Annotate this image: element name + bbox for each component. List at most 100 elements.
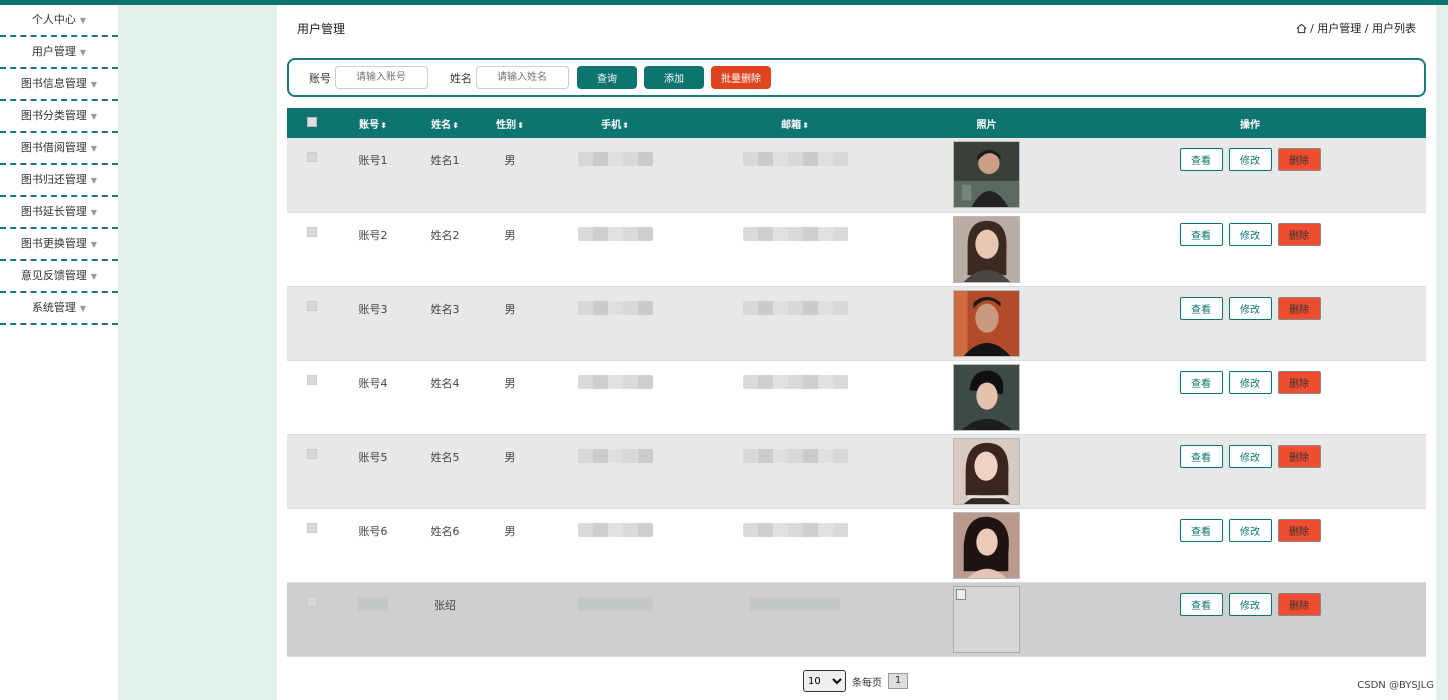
delete-button[interactable]: 删除 bbox=[1277, 444, 1321, 468]
name-cell: 姓名6 bbox=[409, 508, 481, 583]
caret-down-icon: ▼ bbox=[90, 176, 98, 185]
table-header-row: 账号⬍ 姓名⬍ 性别⬍ 手机⬍ 邮箱⬍ 照片 操作 bbox=[287, 108, 1426, 138]
per-page-label: 条每页 bbox=[852, 677, 882, 689]
view-button[interactable]: 查看 bbox=[1179, 444, 1223, 468]
edit-button[interactable]: 修改 bbox=[1228, 518, 1272, 542]
user-photo bbox=[953, 289, 1020, 357]
user-photo bbox=[953, 437, 1020, 505]
delete-button[interactable]: 删除 bbox=[1277, 148, 1321, 171]
user-photo bbox=[953, 141, 1020, 208]
row-checkbox[interactable] bbox=[307, 152, 317, 162]
column-header-name[interactable]: 姓名⬍ bbox=[409, 108, 481, 138]
sidebar-item-personal-center[interactable]: 个人中心 ▼ bbox=[0, 5, 118, 37]
phone-redacted bbox=[577, 300, 653, 315]
caret-down-icon: ▼ bbox=[79, 48, 87, 57]
name-cell: 姓名5 bbox=[409, 434, 481, 509]
edit-button[interactable]: 修改 bbox=[1228, 444, 1272, 468]
phone-redacted bbox=[577, 448, 653, 463]
home-icon[interactable] bbox=[1296, 23, 1307, 34]
account-cell: 账号4 bbox=[337, 360, 409, 435]
delete-button[interactable]: 删除 bbox=[1277, 222, 1321, 246]
table-row: 账号3 姓名3 男 查看 修改 删除 bbox=[287, 286, 1426, 361]
account-cell: 账号2 bbox=[337, 212, 409, 287]
delete-button[interactable]: 删除 bbox=[1277, 370, 1321, 394]
sidebar-item-book-return[interactable]: 图书归还管理 ▼ bbox=[0, 165, 118, 197]
row-checkbox[interactable] bbox=[307, 374, 317, 385]
table-row: 张绍 查看 修改 删除 bbox=[287, 582, 1426, 657]
breadcrumb: / 用户管理 / 用户列表 bbox=[1296, 20, 1416, 36]
edit-button[interactable]: 修改 bbox=[1228, 148, 1272, 171]
view-button[interactable]: 查看 bbox=[1179, 296, 1223, 320]
account-label: 账号 bbox=[309, 71, 331, 85]
caret-down-icon: ▼ bbox=[90, 144, 98, 153]
table-row: 账号2 姓名2 男 查看 修改 删除 bbox=[287, 212, 1426, 287]
sidebar-item-book-borrow[interactable]: 图书借阅管理 ▼ bbox=[0, 133, 118, 165]
gender-cell: 男 bbox=[481, 286, 539, 361]
sidebar-item-feedback[interactable]: 意见反馈管理 ▼ bbox=[0, 261, 118, 293]
delete-button[interactable]: 删除 bbox=[1277, 518, 1321, 542]
select-all-checkbox[interactable] bbox=[307, 116, 317, 127]
user-photo bbox=[953, 215, 1020, 283]
edit-button[interactable]: 修改 bbox=[1228, 296, 1272, 320]
email-redacted bbox=[742, 448, 848, 463]
main-content: 用户管理 / 用户管理 / 用户列表 账号 姓名 查询 添加 批量删除 账号⬍ … bbox=[277, 5, 1436, 700]
sort-icon: ⬍ bbox=[622, 120, 629, 130]
gender-cell: 男 bbox=[481, 508, 539, 583]
batch-delete-button[interactable]: 批量删除 bbox=[711, 66, 771, 89]
row-checkbox[interactable] bbox=[307, 448, 317, 459]
column-header-email[interactable]: 邮箱⬍ bbox=[691, 108, 899, 138]
sidebar-item-book-category[interactable]: 图书分类管理 ▼ bbox=[0, 101, 118, 133]
sidebar-item-book-exchange[interactable]: 图书更换管理 ▼ bbox=[0, 229, 118, 261]
row-checkbox[interactable] bbox=[307, 226, 317, 237]
row-checkbox[interactable] bbox=[307, 300, 317, 311]
sidebar-item-system[interactable]: 系统管理 ▼ bbox=[0, 293, 118, 325]
phone-redacted bbox=[577, 522, 653, 537]
view-button[interactable]: 查看 bbox=[1179, 222, 1223, 246]
table-row: 账号1 姓名1 男 查看 修改 删除 bbox=[287, 138, 1426, 213]
email-redacted bbox=[742, 152, 848, 166]
search-form: 账号 姓名 查询 添加 批量删除 bbox=[287, 58, 1426, 97]
caret-down-icon: ▼ bbox=[90, 112, 98, 121]
view-button[interactable]: 查看 bbox=[1179, 592, 1223, 616]
column-header-phone[interactable]: 手机⬍ bbox=[539, 108, 691, 138]
edit-button[interactable]: 修改 bbox=[1228, 592, 1272, 616]
table-row: 账号4 姓名4 男 查看 修改 删除 bbox=[287, 360, 1426, 435]
add-button[interactable]: 添加 bbox=[644, 66, 704, 89]
view-button[interactable]: 查看 bbox=[1179, 148, 1223, 171]
account-cell: 账号5 bbox=[337, 434, 409, 509]
caret-down-icon: ▼ bbox=[90, 240, 98, 249]
name-label: 姓名 bbox=[450, 71, 472, 85]
account-search-input[interactable] bbox=[335, 66, 428, 89]
sidebar-item-book-extend[interactable]: 图书延长管理 ▼ bbox=[0, 197, 118, 229]
sidebar-item-user-management[interactable]: 用户管理 ▼ bbox=[0, 37, 118, 69]
left-gutter bbox=[118, 5, 277, 700]
delete-button[interactable]: 删除 bbox=[1277, 296, 1321, 320]
column-header-account[interactable]: 账号⬍ bbox=[337, 108, 409, 138]
page-size-select[interactable]: 10 bbox=[803, 670, 846, 692]
name-cell: 姓名1 bbox=[409, 138, 481, 213]
page-number-button[interactable]: 1 bbox=[888, 673, 908, 689]
edit-button[interactable]: 修改 bbox=[1228, 222, 1272, 246]
pagination: 10 条每页 1 bbox=[803, 670, 908, 692]
query-button[interactable]: 查询 bbox=[577, 66, 637, 89]
row-checkbox[interactable] bbox=[307, 522, 317, 533]
view-button[interactable]: 查看 bbox=[1179, 518, 1223, 542]
caret-down-icon: ▼ bbox=[90, 208, 98, 217]
delete-button[interactable]: 删除 bbox=[1277, 592, 1321, 616]
view-button[interactable]: 查看 bbox=[1179, 370, 1223, 394]
name-search-input[interactable] bbox=[476, 66, 569, 89]
edit-button[interactable]: 修改 bbox=[1228, 370, 1272, 394]
caret-down-icon: ▼ bbox=[90, 80, 98, 89]
sidebar-item-book-info[interactable]: 图书信息管理 ▼ bbox=[0, 69, 118, 101]
page-title: 用户管理 bbox=[297, 22, 346, 36]
row-checkbox[interactable] bbox=[307, 596, 317, 607]
phone-redacted bbox=[577, 374, 653, 389]
email-redacted bbox=[742, 374, 848, 389]
column-header-gender[interactable]: 性别⬍ bbox=[481, 108, 539, 138]
name-cell: 姓名2 bbox=[409, 212, 481, 287]
email-redacted bbox=[750, 596, 840, 611]
gender-cell: 男 bbox=[481, 360, 539, 435]
table-row: 账号5 姓名5 男 查看 修改 删除 bbox=[287, 434, 1426, 509]
gender-cell bbox=[481, 582, 539, 657]
account-cell: 账号3 bbox=[337, 286, 409, 361]
